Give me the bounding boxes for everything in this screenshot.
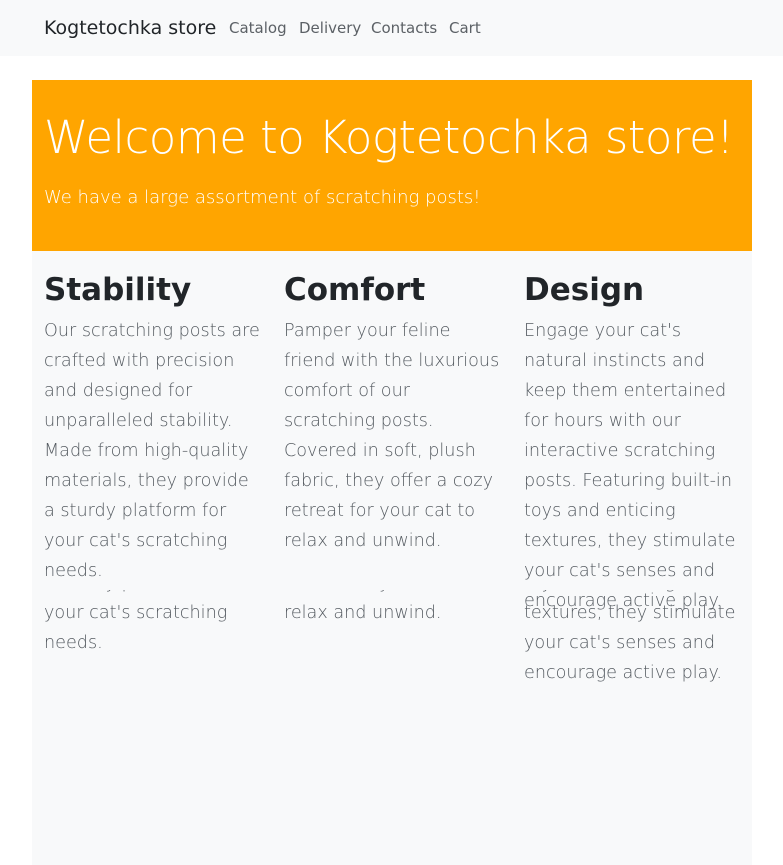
hero-banner: Welcome to Kogtetochka store! We have a … [32,80,752,251]
feature-text: Pamper your feline friend with the luxur… [284,321,500,551]
feature-text: Our scratching posts are crafted with pr… [44,590,228,653]
brand-link[interactable]: Kogtetochka store [44,15,216,41]
feature-stability-duplicate: Stability Our scratching posts are craft… [44,590,260,658]
feature-title: Comfort [284,272,426,308]
feature-text: Engage your cat's natural instincts and … [524,590,736,683]
hero-title: Welcome to Kogtetochka store! [44,111,734,164]
feature-stability: Stability Our scratching posts are craft… [44,271,260,586]
feature-design: Design Engage your cat's natural instinc… [524,271,740,616]
features-section-duplicate: Stability Our scratching posts are craft… [32,590,752,865]
feature-design-duplicate: Design Engage your cat's natural instinc… [524,590,740,688]
nav-link-delivery[interactable]: Delivery [299,18,361,38]
nav-link-contacts[interactable]: Contacts [371,18,437,38]
feature-text: Engage your cat's natural instincts and … [524,321,736,611]
navbar: Kogtetochka store Catalog Delivery Conta… [0,0,783,56]
feature-title: Stability [44,272,192,308]
feature-comfort-duplicate: Comfort Pamper your feline friend with t… [284,590,500,628]
feature-text: Pamper your feline friend with the luxur… [284,590,475,623]
feature-title: Design [524,272,645,308]
hero-subtitle: We have a large assortment of scratching… [44,187,481,208]
nav-link-catalog[interactable]: Catalog [229,18,287,38]
feature-comfort: Comfort Pamper your feline friend with t… [284,271,500,556]
feature-text: Our scratching posts are crafted with pr… [44,321,260,581]
nav-link-cart[interactable]: Cart [449,18,481,38]
